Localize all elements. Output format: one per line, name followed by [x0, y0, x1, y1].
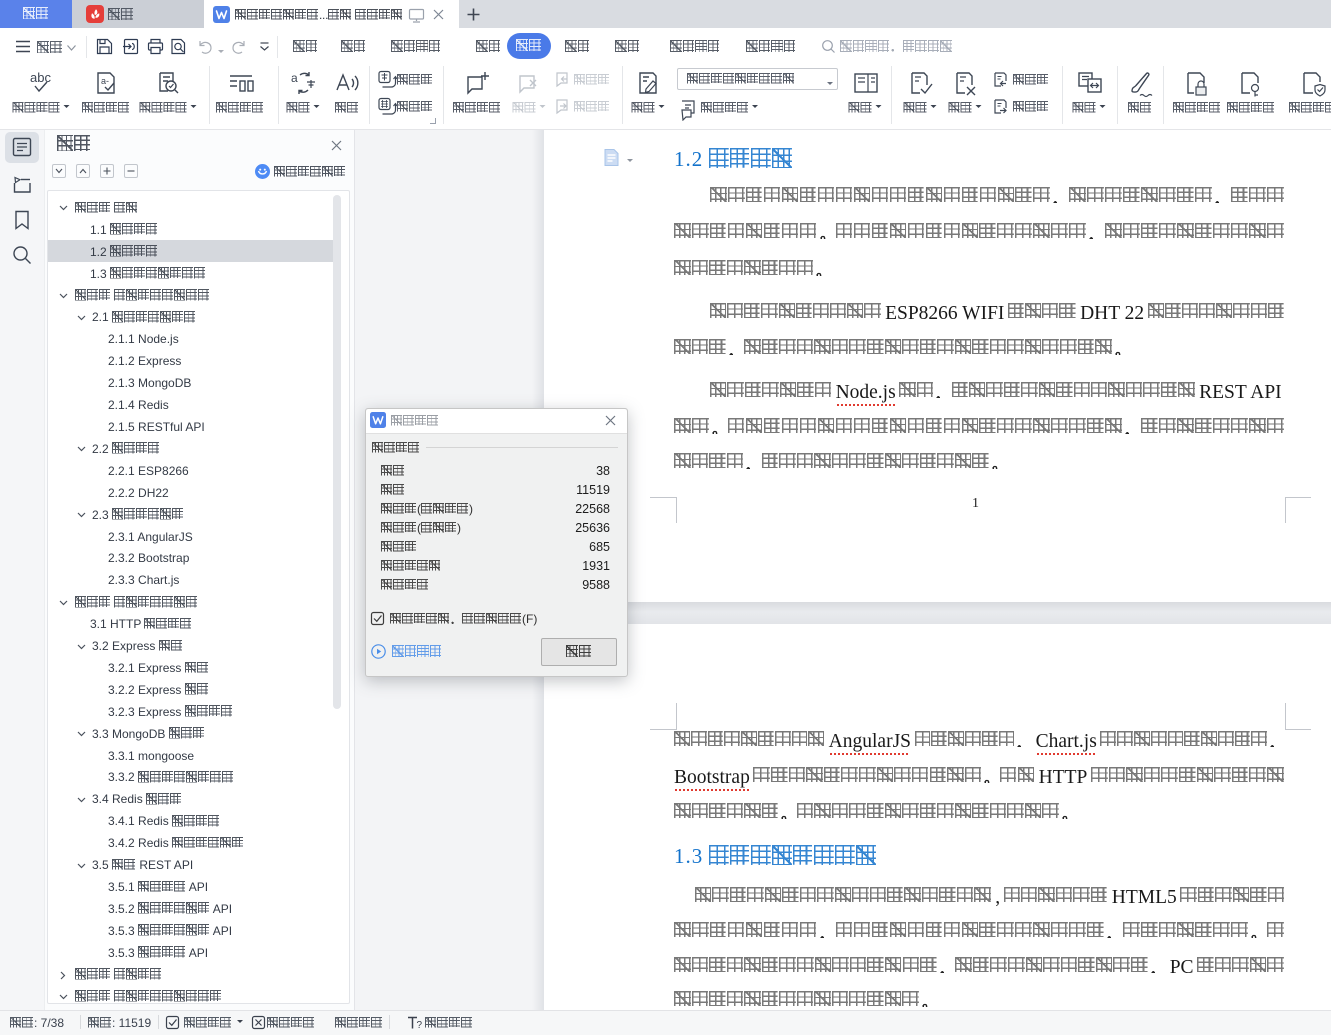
svg-text:?: ?	[417, 1020, 423, 1030]
svg-text:abc: abc	[30, 70, 51, 85]
svg-text:a-: a-	[101, 76, 109, 86]
svg-text:a: a	[291, 71, 298, 85]
